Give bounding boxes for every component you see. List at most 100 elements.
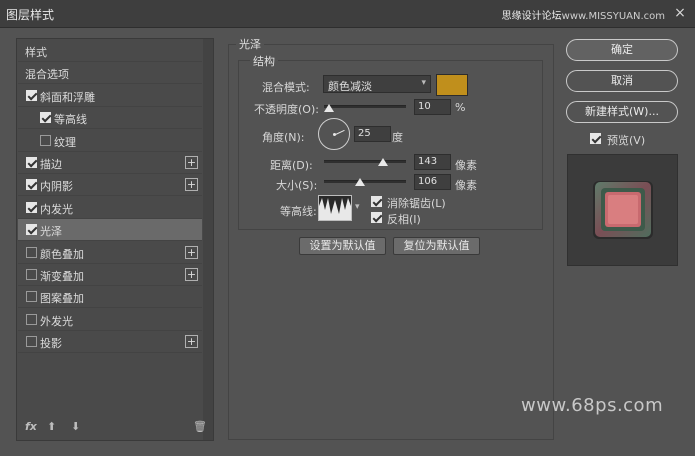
section-title: 光泽 (236, 36, 264, 52)
opacity-slider-thumb[interactable] (324, 104, 334, 112)
opacity-label: 不透明度(O): (254, 103, 319, 116)
style-preview (567, 154, 678, 266)
style-item-checkbox[interactable] (26, 224, 37, 236)
angle-label: 角度(N): (262, 131, 305, 144)
style-item-label: 外发光 (40, 314, 73, 328)
close-icon[interactable]: × (671, 4, 689, 22)
invert-checkbox[interactable] (371, 212, 382, 223)
style-item[interactable]: 投影 + (18, 331, 202, 354)
invert-label: 反相(I) (387, 213, 421, 226)
color-swatch[interactable] (436, 74, 468, 96)
style-item-label: 图案叠加 (40, 292, 84, 306)
preview-checkbox[interactable] (590, 133, 601, 144)
angle-center-dot (333, 133, 336, 136)
reset-default-button[interactable]: 复位为默认值 (393, 237, 480, 255)
style-item-checkbox[interactable] (26, 336, 37, 348)
antialias-checkbox[interactable] (371, 196, 382, 207)
title-bar: 图层样式 思缘设计论坛www.MISSYUAN.com × (0, 0, 695, 28)
new-style-button[interactable]: 新建样式(W)... (566, 101, 678, 123)
style-item[interactable]: 纹理 (18, 130, 202, 152)
blend-mode-value: 颜色减淡 (328, 80, 372, 93)
style-item-label: 混合选项 (25, 68, 69, 82)
style-item-checkbox[interactable] (26, 89, 37, 101)
style-item-checkbox[interactable] (26, 157, 37, 168)
style-item[interactable]: 颜色叠加 + (18, 242, 202, 264)
opacity-unit: % (455, 101, 466, 114)
add-icon[interactable]: + (185, 245, 198, 259)
style-item[interactable]: 斜面和浮雕 (18, 85, 202, 107)
group-title: 结构 (250, 53, 278, 69)
style-item[interactable]: 内发光 (18, 197, 202, 219)
style-item-checkbox[interactable] (26, 313, 37, 325)
style-item[interactable]: 样式 (18, 40, 202, 62)
size-input[interactable]: 106 (414, 174, 451, 190)
style-item-label: 等高线 (54, 113, 87, 127)
blend-mode-label: 混合模式: (262, 81, 310, 94)
trash-icon[interactable]: 🗑 (193, 420, 207, 433)
angle-dial[interactable] (318, 118, 350, 150)
size-slider-thumb[interactable] (355, 178, 365, 186)
make-default-button[interactable]: 设置为默认值 (299, 237, 386, 255)
distance-slider-thumb[interactable] (378, 158, 388, 166)
add-icon[interactable]: + (185, 335, 198, 349)
style-item-label: 内阴影 (40, 180, 73, 194)
style-item-label: 样式 (25, 46, 47, 59)
size-label: 大小(S): (276, 179, 318, 192)
distance-input[interactable]: 143 (414, 154, 451, 170)
chevron-down-icon[interactable]: ▾ (355, 202, 360, 212)
style-item-checkbox[interactable] (26, 201, 37, 213)
style-item-checkbox[interactable] (40, 134, 51, 146)
style-item-checkbox[interactable] (26, 291, 37, 303)
style-item-label: 斜面和浮雕 (40, 90, 95, 104)
style-item[interactable]: 外发光 (18, 309, 202, 331)
style-item[interactable]: 渐变叠加 + (18, 264, 202, 286)
add-icon[interactable]: + (185, 268, 198, 281)
add-icon[interactable]: + (185, 156, 198, 169)
distance-slider[interactable] (324, 160, 406, 163)
style-item-checkbox[interactable] (26, 269, 37, 280)
style-item-label: 投影 (40, 337, 62, 351)
style-item-label: 渐变叠加 (40, 270, 84, 283)
opacity-input[interactable]: 10 (414, 99, 451, 115)
style-item[interactable]: 内阴影 + (18, 174, 202, 197)
style-item-label: 光泽 (40, 225, 62, 239)
cancel-button[interactable]: 取消 (566, 70, 678, 92)
watermark-top: 思缘设计论坛www.MISSYUAN.com (501, 11, 665, 22)
move-up-icon[interactable]: ⬆ (47, 420, 56, 433)
fx-icon[interactable]: fx (25, 420, 37, 433)
distance-label: 距离(D): (270, 159, 313, 172)
add-icon[interactable]: + (185, 178, 198, 192)
style-item-checkbox[interactable] (26, 246, 37, 258)
style-preview-thumbnail (593, 181, 653, 239)
style-item[interactable]: 等高线 (18, 107, 202, 130)
antialias-label: 消除锯齿(L) (387, 197, 446, 210)
blend-mode-select[interactable]: 颜色减淡 ▾ (323, 75, 431, 93)
angle-unit: 度 (392, 131, 403, 144)
style-item-label: 描边 (40, 158, 62, 171)
size-unit: 像素 (455, 179, 477, 192)
styles-list: 样式混合选项斜面和浮雕等高线纹理描边 + 内阴影 + 内发光光泽颜色叠加 + 渐变叠加 + 图案… (16, 38, 214, 441)
style-item-label: 颜色叠加 (40, 247, 84, 261)
contour-curve-icon (319, 198, 351, 220)
styles-list-footer: fx ⬆ ⬇ 🗑 (17, 414, 213, 440)
style-item[interactable]: 混合选项 (18, 62, 202, 85)
style-item[interactable]: 描边 + (18, 152, 202, 174)
contour-label: 等高线: (280, 205, 317, 218)
style-item-checkbox[interactable] (26, 179, 37, 191)
distance-unit: 像素 (455, 159, 477, 172)
angle-input[interactable]: 25 (354, 126, 391, 142)
move-down-icon[interactable]: ⬇ (71, 420, 80, 433)
style-item-label: 纹理 (54, 135, 76, 149)
size-slider[interactable] (324, 180, 406, 183)
style-item[interactable]: 图案叠加 (18, 286, 202, 309)
contour-preview[interactable] (318, 195, 352, 221)
opacity-slider[interactable] (324, 105, 406, 108)
style-item[interactable]: 光泽 (18, 219, 202, 242)
window-title: 图层样式 (6, 8, 55, 22)
style-item-checkbox[interactable] (40, 112, 51, 124)
chevron-down-icon: ▾ (421, 78, 426, 88)
preview-label: 预览(V) (607, 134, 646, 147)
ok-button[interactable]: 确定 (566, 39, 678, 61)
styles-list-scrollbar[interactable] (203, 39, 213, 440)
style-item-label: 内发光 (40, 202, 73, 216)
